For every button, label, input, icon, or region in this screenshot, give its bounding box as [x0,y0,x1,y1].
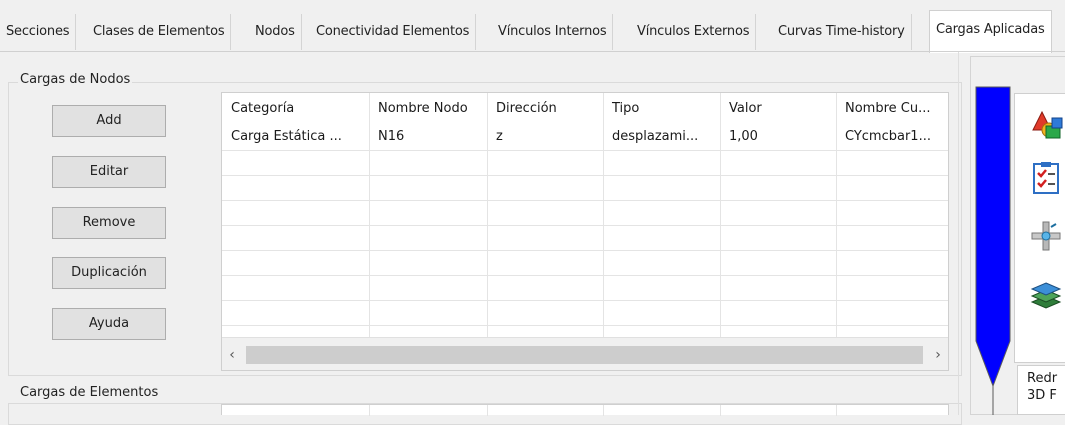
cell-categoria: Carga Estática ... [231,129,342,144]
column-divider [720,405,721,416]
scroll-right-icon[interactable]: › [928,338,948,370]
tab-strip: Secciones Clases de Elementos Nodos Cone… [0,0,1065,53]
remove-button[interactable]: Remove [52,207,166,239]
layers-icon[interactable] [1029,278,1063,312]
column-header-direccion[interactable]: Dirección [487,93,603,125]
cell-valor: 1,00 [729,129,758,144]
redraw-sublabel: 3D F [1027,388,1057,403]
table-header: Categoría Nombre Nodo Dirección Tipo Val… [222,93,948,125]
node-loads-table[interactable]: Categoría Nombre Nodo Dirección Tipo Val… [221,92,949,371]
tab-cargas-aplicadas[interactable]: Cargas Aplicadas [929,10,1052,53]
column-divider [836,405,837,416]
scroll-thumb[interactable] [246,346,923,364]
checklist-icon[interactable] [1029,161,1063,195]
node-connect-icon[interactable] [1029,219,1063,253]
duplicate-button[interactable]: Duplicación [52,257,166,289]
redraw-label: Redr [1027,371,1058,386]
column-divider [603,405,604,416]
row-divider [222,150,948,151]
row-divider [222,300,948,301]
node-loads-title: Cargas de Nodos [18,72,133,87]
column-header-nombre-nodo[interactable]: Nombre Nodo [369,93,487,125]
tab-clases-elementos[interactable]: Clases de Elementos [87,14,232,50]
edit-button[interactable]: Editar [52,156,166,188]
panel-divider [958,52,959,415]
toolbar-icon-column [1014,93,1065,363]
row-divider [222,250,948,251]
row-divider [222,175,948,176]
tab-curvas-time-history[interactable]: Curvas Time-history [772,14,912,50]
horizontal-scrollbar[interactable]: ‹ › [222,337,948,370]
row-divider [222,225,948,226]
column-divider [369,405,370,416]
column-header-tipo[interactable]: Tipo [603,93,720,125]
cell-nombre-nodo: N16 [378,129,405,144]
element-loads-title: Cargas de Elementos [18,385,161,400]
add-button[interactable]: Add [52,105,166,137]
column-header-valor[interactable]: Valor [720,93,836,125]
tab-vinculos-internos[interactable]: Vínculos Internos [492,14,614,50]
element-loads-table[interactable] [221,404,949,416]
row-divider [222,275,948,276]
cell-direccion: z [496,129,503,144]
redraw-panel[interactable]: Redr 3D F [1017,365,1065,415]
tab-nodos[interactable]: Nodos [249,14,302,50]
cell-nombre-curva: CYcmcbar1... [845,129,931,144]
progress-bar-indicator [975,86,1011,415]
column-header-nombre-curva[interactable]: Nombre Cu... [836,93,948,125]
tab-secciones[interactable]: Secciones [0,14,77,50]
row-divider [222,200,948,201]
column-header-categoria[interactable]: Categoría [222,93,369,125]
shapes-icon[interactable] [1029,108,1063,142]
scroll-left-icon[interactable]: ‹ [222,338,242,370]
tab-baseline [0,51,1065,52]
cell-tipo: desplazami... [612,129,699,144]
tab-vinculos-externos[interactable]: Vínculos Externos [631,14,757,50]
row-divider [222,325,948,326]
help-button[interactable]: Ayuda [52,308,166,340]
column-divider [487,405,488,416]
tab-conectividad-elementos[interactable]: Conectividad Elementos [310,14,477,50]
